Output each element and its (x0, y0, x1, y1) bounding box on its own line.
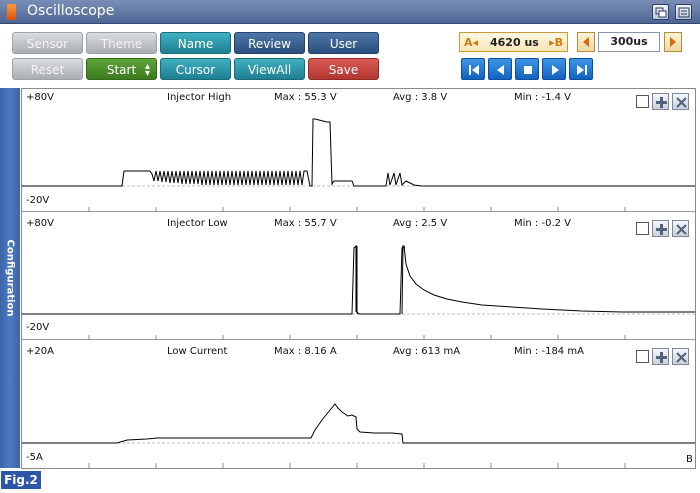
avg-readout: Avg : 613 mA (393, 346, 461, 357)
channel-select-checkbox[interactable] (636, 350, 649, 363)
last-button[interactable] (569, 58, 593, 80)
up-down-icon: ▴ ▾ (144, 61, 150, 79)
scale-top-label: +80V (26, 218, 54, 229)
window-restore-button[interactable] (652, 4, 669, 20)
cursor-b-indicator: B (686, 454, 693, 465)
scale-top-label: +20A (26, 346, 54, 357)
close-icon (676, 352, 687, 363)
menu-icon (678, 7, 690, 18)
prev-icon (497, 65, 504, 75)
min-readout: Min : -184 mA (514, 346, 584, 357)
start-label: Start (106, 63, 137, 77)
zoom-plus-icon (656, 224, 667, 235)
injector-low-waveform (22, 244, 695, 340)
first-button[interactable] (461, 58, 485, 80)
scale-bottom-label: -20V (26, 195, 50, 206)
stop-icon (524, 66, 532, 74)
title-bar: Oscilloscope (0, 0, 700, 24)
configuration-rail[interactable]: Configuration (0, 88, 20, 468)
channel-pane-low-current[interactable]: +20A Low Current Max : 8.16 A Avg : 613 … (22, 342, 695, 468)
reset-button[interactable]: Reset (12, 58, 83, 80)
close-channel-button[interactable] (672, 93, 689, 110)
sensor-button[interactable]: Sensor (12, 32, 83, 54)
next-icon (552, 65, 559, 75)
timebase-field[interactable]: 300us (598, 32, 660, 52)
channel-pane-injector-low[interactable]: +80V Injector Low Max : 55.7 V Avg : 2.5… (22, 214, 695, 340)
next-button[interactable] (542, 58, 566, 80)
avg-readout: Avg : 3.8 V (393, 92, 448, 103)
prev-button[interactable] (488, 58, 512, 80)
oscilloscope-app: Oscilloscope Sensor Theme Name Review Us… (0, 0, 700, 493)
timebase-decrease-button[interactable] (577, 32, 595, 52)
zoom-plus-icon (656, 97, 667, 108)
zoom-plus-button[interactable] (652, 220, 669, 237)
stop-button[interactable] (515, 58, 539, 80)
name-button[interactable]: Name (160, 32, 231, 54)
channel-name: Injector Low (167, 218, 228, 229)
zoom-plus-icon (656, 352, 667, 363)
app-icon (7, 4, 16, 20)
user-setting-button[interactable]: User Setting (308, 32, 379, 73)
channel-name: Injector High (167, 92, 232, 103)
configuration-label: Configuration (4, 239, 16, 317)
min-readout: Min : -0.2 V (514, 218, 572, 229)
first-icon (469, 65, 479, 75)
min-readout: Min : -1.4 V (514, 92, 572, 103)
scale-bottom-label: -5A (26, 452, 43, 463)
channel-select-checkbox[interactable] (636, 95, 649, 108)
window-title: Oscilloscope (27, 3, 115, 19)
ab-cursor-readout[interactable]: A◂ 4620 us ▸B (459, 32, 568, 52)
scale-bottom-label: -20V (26, 322, 50, 333)
cursor-button[interactable]: Cursor (160, 58, 231, 80)
injector-high-waveform (22, 118, 695, 212)
menu-button[interactable] (675, 4, 692, 20)
review-button[interactable]: Review (234, 32, 305, 54)
max-readout: Max : 8.16 A (274, 346, 337, 357)
channel-select-checkbox[interactable] (636, 222, 649, 235)
figure-label: Fig.2 (1, 471, 41, 489)
save-button[interactable]: Save (308, 58, 379, 80)
ab-time-value: 4620 us (490, 36, 539, 49)
cursor-b-marker: ▸B (549, 36, 563, 49)
close-icon (676, 97, 687, 108)
toolbar: Sensor Theme Name Review User Setting Re… (0, 25, 700, 87)
avg-readout: Avg : 2.5 V (393, 218, 448, 229)
cursor-a-marker: A◂ (464, 36, 479, 49)
channel-pane-injector-high[interactable]: +80V Injector High Max : 55.3 V Avg : 3.… (22, 89, 695, 212)
zoom-plus-button[interactable] (652, 93, 669, 110)
left-arrow-icon (583, 37, 589, 47)
low-current-waveform (22, 403, 695, 468)
scale-top-label: +80V (26, 92, 54, 103)
last-icon (577, 65, 587, 75)
window-restore-icon (655, 7, 667, 18)
viewall-button[interactable]: ViewAll (234, 58, 305, 80)
close-channel-button[interactable] (672, 220, 689, 237)
close-icon (676, 224, 687, 235)
channel-name: Low Current (167, 346, 228, 357)
right-arrow-icon (670, 37, 676, 47)
max-readout: Max : 55.3 V (274, 92, 337, 103)
theme-button[interactable]: Theme (86, 32, 157, 54)
zoom-plus-button[interactable] (652, 348, 669, 365)
timebase-increase-button[interactable] (664, 32, 682, 52)
scope-display: +80V Injector High Max : 55.3 V Avg : 3.… (21, 88, 696, 469)
close-channel-button[interactable] (672, 348, 689, 365)
max-readout: Max : 55.7 V (274, 218, 337, 229)
start-button[interactable]: Start ▴ ▾ (86, 58, 157, 80)
